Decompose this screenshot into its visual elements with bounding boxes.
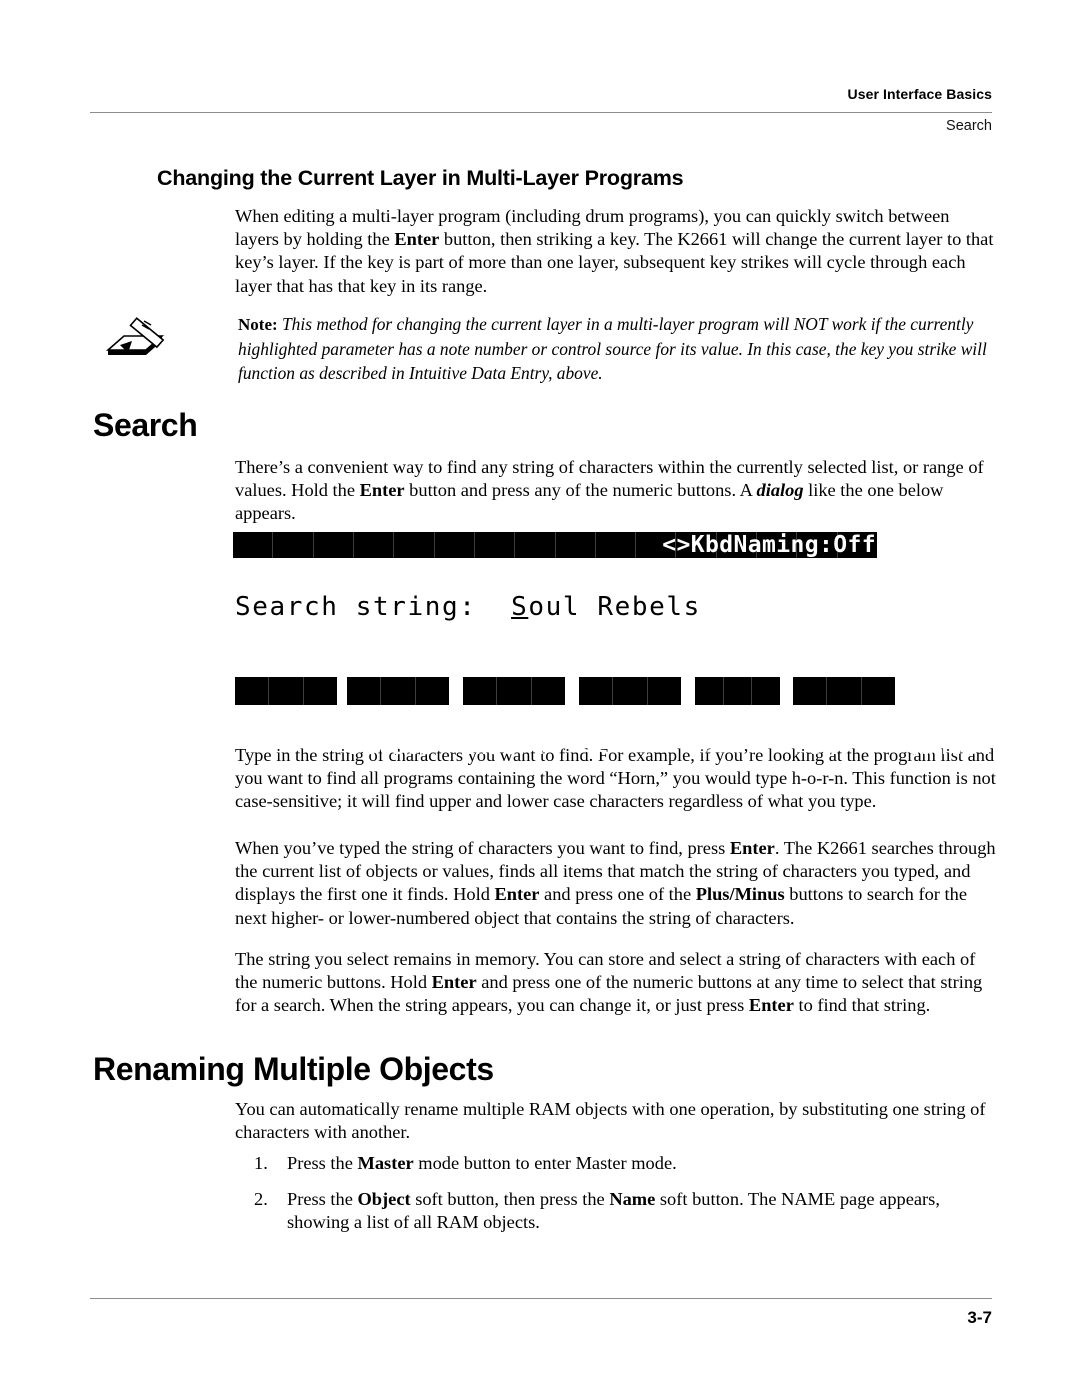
soft-button-segments — [463, 677, 565, 705]
step2-part2: soft button, then press the — [410, 1189, 610, 1209]
bold-object: Object — [357, 1189, 411, 1209]
running-header-title: User Interface Basics — [847, 86, 992, 102]
memory-part3: to find that string. — [793, 995, 931, 1016]
soft-button-segments — [235, 677, 337, 705]
list-item-number: 1. — [254, 1153, 268, 1173]
bold-enter-5: Enter — [431, 972, 477, 993]
lcd-cell — [273, 532, 314, 558]
footer-rule — [90, 1298, 992, 1299]
heading-changing-current-layer: Changing the Current Layer in Multi-Laye… — [157, 166, 684, 190]
soft-button-segments — [695, 677, 780, 705]
soft-button-prev-page[interactable]: <<< — [463, 677, 618, 760]
lcd-search-string-line: Search string: Soul Rebels — [235, 592, 701, 622]
soft-button-segments — [347, 677, 449, 705]
soft-button-prev-page-label: <<< — [576, 734, 619, 760]
list-item-text: Press the Master mode button to enter Ma… — [287, 1152, 998, 1175]
lcd-field-value-rest: oul Rebels — [528, 592, 701, 622]
lcd-soft-button-row: Delete Insert <<< >>> OK Cancel — [235, 677, 990, 760]
paragraph-multi-layer: When editing a multi-layer program (incl… — [235, 205, 997, 298]
seg — [695, 677, 724, 705]
italic-dialog: dialog — [756, 480, 804, 501]
seg — [648, 677, 681, 705]
soft-button-next-page[interactable]: >>> — [579, 677, 734, 760]
seg — [613, 677, 648, 705]
lcd-prompt-label: Search string: — [235, 592, 477, 622]
document-page: User Interface Basics Search Changing th… — [0, 0, 1080, 1397]
lcd-cell — [556, 532, 596, 558]
paragraph-search-intro: There’s a convenient way to find any str… — [235, 456, 997, 526]
seg — [416, 677, 449, 705]
note-body: This method for changing the current lay… — [238, 314, 987, 383]
page-number: 3-7 — [967, 1308, 992, 1327]
header-rule — [90, 112, 992, 113]
seg — [304, 677, 337, 705]
pencil-writing-icon — [104, 312, 166, 364]
seg — [724, 677, 753, 705]
list-item: 1. Press the Master mode button to enter… — [254, 1152, 998, 1175]
heading-renaming-multiple-objects: Renaming Multiple Objects — [93, 1051, 494, 1087]
soft-button-ok[interactable]: OK — [695, 677, 836, 760]
soft-button-next-page-label: >>> — [692, 734, 735, 760]
soft-button-ok-label: OK — [808, 734, 837, 760]
lcd-top-status-bar: <>KbdNaming:Off — [233, 532, 877, 558]
lcd-cell — [475, 532, 516, 558]
heading-search: Search — [93, 407, 198, 443]
seg — [381, 677, 416, 705]
seg — [752, 677, 780, 705]
step2-part1: Press the — [287, 1189, 358, 1209]
lcd-cell — [314, 532, 354, 558]
seg — [827, 677, 862, 705]
soft-button-segments — [579, 677, 681, 705]
search-intro-part2: button and press any of the numeric butt… — [404, 480, 757, 501]
seg — [862, 677, 895, 705]
seg — [579, 677, 614, 705]
seg — [463, 677, 498, 705]
bold-enter-1: Enter — [394, 229, 440, 250]
note-label: Note: — [238, 315, 278, 334]
lcd-cell — [394, 532, 435, 558]
soft-button-cancel-label: Cancel — [906, 734, 992, 760]
lcd-cell — [354, 532, 395, 558]
soft-button-delete[interactable]: Delete — [235, 677, 432, 760]
seg — [793, 677, 828, 705]
bold-enter-2: Enter — [359, 480, 405, 501]
bold-plus-minus: Plus/Minus — [695, 884, 785, 905]
press-enter-part3: and press one of the — [539, 884, 696, 905]
lcd-screen-figure: <>KbdNaming:Off Search string: Soul Rebe… — [233, 532, 990, 760]
lcd-cursor-character[interactable]: S — [511, 592, 528, 622]
paragraph-press-enter: When you’ve typed the string of characte… — [235, 837, 997, 930]
lcd-cell — [596, 532, 637, 558]
bold-name: Name — [609, 1189, 656, 1209]
bold-enter-3: Enter — [729, 838, 775, 858]
soft-button-segments — [793, 677, 895, 705]
seg — [347, 677, 382, 705]
seg — [497, 677, 532, 705]
paragraph-string-memory: The string you select remains in memory.… — [235, 948, 997, 1018]
soft-button-cancel[interactable]: Cancel — [793, 677, 990, 760]
lcd-cell — [435, 532, 475, 558]
note-block-text: Note: This method for changing the curre… — [238, 312, 996, 385]
bold-master: Master — [357, 1153, 414, 1173]
seg — [235, 677, 270, 705]
step1-part2: mode button to enter Master mode. — [413, 1153, 677, 1173]
press-enter-part1: When you’ve typed the string of characte… — [235, 838, 730, 858]
seg — [269, 677, 304, 705]
lcd-kbd-naming-status: <>KbdNaming:Off — [662, 532, 876, 558]
lcd-spacer — [477, 592, 512, 622]
soft-button-insert-label: Insert — [460, 734, 546, 760]
lcd-cell — [515, 532, 556, 558]
lcd-cell — [233, 532, 274, 558]
paragraph-renaming-intro: You can automatically rename multiple RA… — [235, 1099, 986, 1143]
list-item: 2. Press the Object soft button, then pr… — [254, 1188, 998, 1234]
running-header-subtitle: Search — [946, 118, 992, 134]
soft-button-insert[interactable]: Insert — [347, 677, 544, 760]
bold-enter-4: Enter — [494, 884, 540, 905]
seg — [532, 677, 565, 705]
list-item-text: Press the Object soft button, then press… — [287, 1188, 998, 1234]
bold-enter-6: Enter — [748, 995, 794, 1016]
step1-part1: Press the — [287, 1153, 358, 1173]
list-item-number: 2. — [254, 1189, 268, 1209]
soft-button-delete-label: Delete — [348, 734, 434, 760]
